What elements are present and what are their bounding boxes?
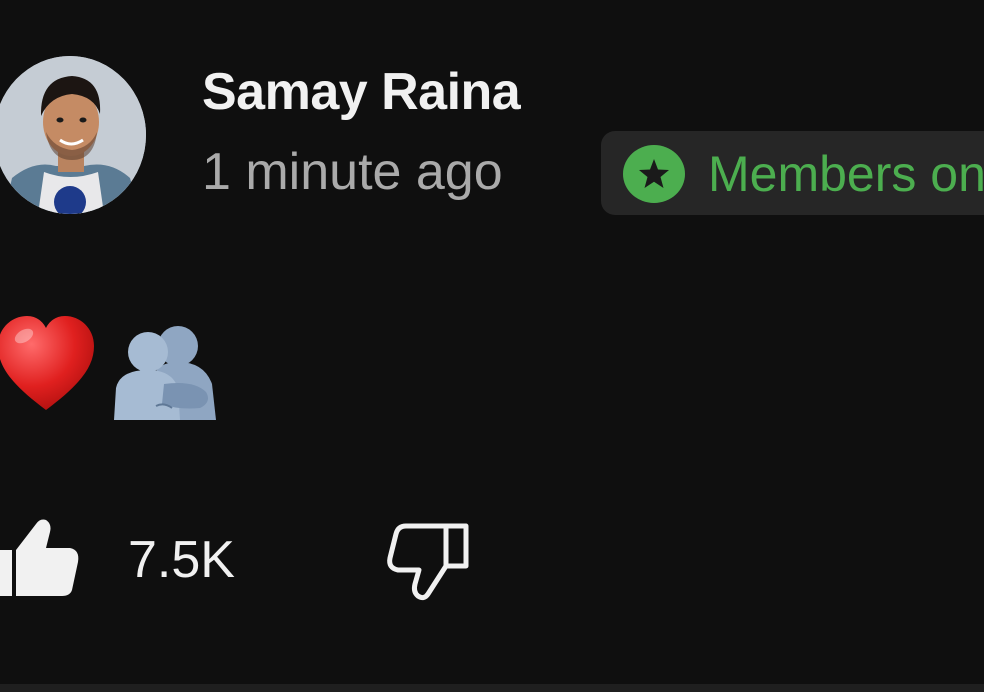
star-icon <box>623 145 685 203</box>
post-timestamp[interactable]: 1 minute ago <box>202 142 503 202</box>
community-post: Samay Raina 1 minute ago Members only <box>0 0 984 692</box>
divider <box>0 684 984 692</box>
author-name[interactable]: Samay Raina <box>202 62 521 122</box>
thumbs-down-icon <box>387 523 469 601</box>
red-heart-emoji <box>0 312 98 416</box>
like-count: 7.5K <box>128 531 235 589</box>
dislike-button[interactable] <box>382 518 474 610</box>
people-hugging-emoji <box>108 322 222 420</box>
like-button[interactable] <box>0 512 84 604</box>
thumbs-up-icon <box>0 519 79 596</box>
members-only-badge: Members only <box>601 131 984 215</box>
avatar-image <box>0 56 146 214</box>
members-only-label: Members only <box>708 146 984 202</box>
author-avatar[interactable] <box>0 56 146 214</box>
